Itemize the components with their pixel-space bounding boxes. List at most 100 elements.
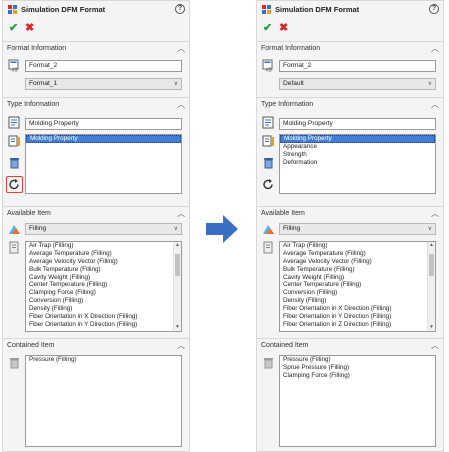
trash-icon[interactable] (8, 356, 21, 369)
list-item[interactable]: Average Temperature (Filling) (26, 250, 181, 258)
collapse-icon[interactable]: ︿ (177, 340, 185, 351)
source-format-dropdown[interactable]: Format_1 ∨ (25, 78, 182, 90)
list-item[interactable]: Conversion (Filling) (280, 289, 435, 297)
ok-button[interactable]: ✔ (9, 22, 18, 34)
list-item[interactable]: Average Temperature (Filling) (280, 250, 435, 258)
list-item[interactable]: Fiber Orientation in X Direction (Fillin… (26, 313, 181, 321)
cancel-button[interactable]: ✖ (279, 22, 288, 34)
category-value: Filling (29, 225, 47, 232)
scrollbar[interactable]: ▲ ▼ (427, 242, 435, 331)
dfm-format-panel-after: Simulation DFM Format ? ✔ ✖ Format Infor… (256, 0, 444, 452)
collapse-icon[interactable]: ︿ (431, 99, 439, 110)
section-title: Available Item (261, 210, 305, 217)
type-information-section: Type Information ︿ Molding Property Mold… (257, 97, 443, 205)
type-information-section: Type Information ︿ Molding Property Mold… (3, 97, 189, 205)
panel-header: Simulation DFM Format ? (3, 1, 189, 19)
collapse-icon[interactable]: ︿ (431, 208, 439, 219)
list-item[interactable]: Fiber Orientation in Y Direction (Fillin… (280, 313, 435, 321)
refresh-icon[interactable] (262, 178, 275, 191)
chevron-down-icon: ∨ (427, 226, 432, 232)
list-item[interactable]: Fiber Orientation in X Direction (Fillin… (280, 305, 435, 313)
list-item[interactable]: Deformation (280, 159, 435, 167)
section-title: Type Information (7, 101, 60, 108)
list-item[interactable]: Pressure (Filling) (26, 356, 181, 364)
available-item-list-items: Air Trap (Filling) Average Temperature (F… (26, 242, 181, 329)
list-item[interactable]: Cavity Weight (Filling) (26, 274, 181, 282)
section-title: Type Information (261, 101, 314, 108)
type-list[interactable]: Molding Property (25, 134, 182, 194)
available-item-section: Available Item ︿ Filling ∨ Air Trap (Fil… (3, 206, 189, 336)
contained-item-list[interactable]: Pressure (Filling) (25, 355, 182, 447)
list-item[interactable]: Fiber Orientation in Y Direction (Fillin… (26, 321, 181, 329)
type-name-field[interactable]: Molding Property (25, 118, 182, 130)
source-format-value: Default (283, 80, 304, 87)
section-title: Available Item (7, 210, 51, 217)
scroll-thumb[interactable] (429, 254, 434, 276)
list-item[interactable]: Molding Property (280, 135, 435, 143)
dfm-format-icon (8, 5, 17, 14)
list-item[interactable]: Air Trap (Filling) (26, 242, 181, 250)
available-list-icon (9, 241, 19, 254)
collapse-icon[interactable]: ︿ (177, 43, 185, 54)
scroll-up-icon[interactable]: ▲ (428, 242, 435, 249)
list-item[interactable]: Molding Property (26, 135, 181, 143)
refresh-icon[interactable] (8, 178, 21, 191)
type-list[interactable]: Molding Property Appearance Strength Deform… (279, 134, 436, 194)
add-type-icon[interactable] (262, 135, 275, 148)
section-title: Format Information (7, 45, 67, 52)
collapse-icon[interactable]: ︿ (431, 43, 439, 54)
available-item-list[interactable]: Air Trap (Filling) Average Temperature (F… (279, 241, 436, 332)
list-item[interactable]: Appearance (280, 143, 435, 151)
help-icon[interactable]: ? (429, 4, 439, 14)
list-item[interactable]: Clamping Force (Filling) (280, 372, 435, 380)
list-item[interactable]: Bulk Temperature (Filling) (26, 266, 181, 274)
help-icon[interactable]: ? (175, 4, 185, 14)
list-item[interactable]: Average Velocity Vector (Filling) (26, 258, 181, 266)
collapse-icon[interactable]: ︿ (177, 99, 185, 110)
trash-icon[interactable] (262, 156, 275, 169)
list-item[interactable]: Clamping Force (Filling) (26, 289, 181, 297)
list-item[interactable]: Density (Filling) (280, 297, 435, 305)
list-item[interactable]: Center Temperature (Filling) (26, 281, 181, 289)
format-name-field[interactable]: Format_2 (25, 60, 182, 72)
scroll-up-icon[interactable]: ▲ (174, 242, 181, 249)
list-item[interactable]: Bulk Temperature (Filling) (280, 266, 435, 274)
list-item[interactable]: Fiber Orientation in Z Direction (Fillin… (280, 321, 435, 329)
scroll-down-icon[interactable]: ▼ (428, 324, 435, 331)
scrollbar[interactable]: ▲ ▼ (173, 242, 181, 331)
collapse-icon[interactable]: ︿ (431, 340, 439, 351)
source-format-dropdown[interactable]: Default ∨ (279, 78, 436, 90)
ok-button[interactable]: ✔ (263, 22, 272, 34)
scroll-thumb[interactable] (175, 254, 180, 276)
available-item-list-items: Air Trap (Filling) Average Temperature (F… (280, 242, 435, 329)
transition-arrow-icon (206, 215, 238, 243)
category-dropdown[interactable]: Filling ∨ (25, 223, 182, 235)
contained-item-list[interactable]: Pressure (Filling) Sprue Pressure (Fillin… (279, 355, 436, 447)
trash-icon[interactable] (262, 356, 275, 369)
list-item[interactable]: Strength (280, 151, 435, 159)
available-item-list[interactable]: Air Trap (Filling) Average Temperature (F… (25, 241, 182, 332)
list-item[interactable]: Density (Filling) (26, 305, 181, 313)
list-item[interactable]: Conversion (Filling) (26, 297, 181, 305)
cancel-button[interactable]: ✖ (25, 22, 34, 34)
format-name-field[interactable]: Format_2 (279, 60, 436, 72)
add-type-icon[interactable] (8, 135, 21, 148)
list-item[interactable]: Cavity Weight (Filling) (280, 274, 435, 282)
scroll-down-icon[interactable]: ▼ (174, 324, 181, 331)
category-dropdown[interactable]: Filling ∨ (279, 223, 436, 235)
trash-icon[interactable] (8, 156, 21, 169)
section-title: Contained Item (261, 342, 309, 349)
available-list-icon (263, 241, 273, 254)
section-title: Format Information (261, 45, 321, 52)
list-item[interactable]: Center Temperature (Filling) (280, 281, 435, 289)
collapse-icon[interactable]: ︿ (177, 208, 185, 219)
list-item[interactable]: Air Trap (Filling) (280, 242, 435, 250)
type-name-field[interactable]: Molding Property (279, 118, 436, 130)
available-item-section: Available Item ︿ Filling ∨ Air Trap (Fil… (257, 206, 443, 336)
list-item[interactable]: Sprue Pressure (Filling) (280, 364, 435, 372)
list-item[interactable]: Average Velocity Vector (Filling) (280, 258, 435, 266)
format-information-section: Format Information ︿ #3 Format_2 Format_… (3, 41, 189, 96)
list-item[interactable]: Pressure (Filling) (280, 356, 435, 364)
section-title: Contained Item (7, 342, 55, 349)
chevron-down-icon: ∨ (173, 81, 178, 87)
